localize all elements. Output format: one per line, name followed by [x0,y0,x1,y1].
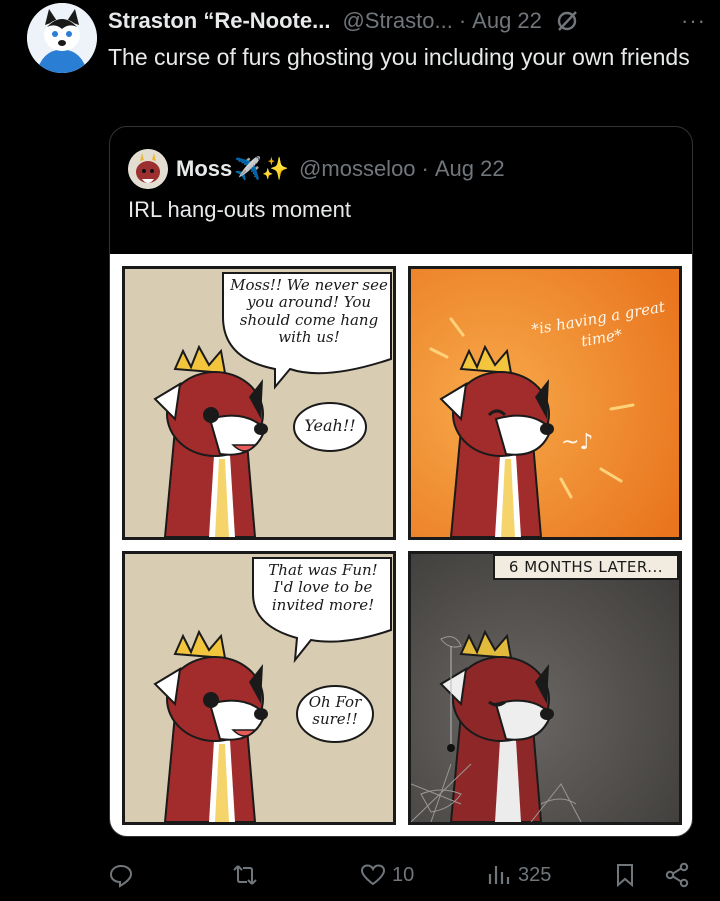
quote-author-emoji: ✈️✨ [234,156,290,181]
separator-dot: · [458,8,467,33]
share-button[interactable] [664,858,690,892]
quote-header: Moss ✈️✨ @mosseloo · Aug 22 [128,149,505,189]
quote-date[interactable]: Aug 22 [435,156,505,182]
more-options-icon[interactable]: ··· [681,8,706,34]
reply-button[interactable] [108,858,140,892]
reply-icon [109,864,133,888]
svg-text:~♪: ~♪ [561,430,593,455]
views-count: 325 [518,863,552,886]
tweet-date[interactable]: Aug 22 [472,8,542,34]
heart-icon [360,864,386,886]
views-button[interactable]: 325 [486,858,551,892]
comic-panel-1: Moss!! We never see you around! You shou… [122,266,396,540]
panel1-speech-1: Moss!! We never see you around! You shou… [230,276,388,346]
action-bar: 10 325 [108,858,698,892]
comic-panel-3: That was Fun! I'd love to be invited mor… [122,551,396,825]
tweet-text: The curse of furs ghosting you including… [108,44,690,70]
comic-panel-4: 6 MONTHS LATER... [408,551,682,825]
like-count: 10 [392,863,415,886]
quote-text: IRL hang-outs moment [128,197,351,222]
quote-author-avatar[interactable] [128,149,168,189]
author-name[interactable]: Straston “Re-Noote... [108,8,330,34]
views-icon [488,866,510,884]
quoted-tweet[interactable]: Moss ✈️✨ @mosseloo · Aug 22 IRL hang-out… [109,126,693,837]
bookmark-button[interactable] [612,858,638,892]
retweet-icon [233,865,257,885]
quote-author-handle[interactable]: @mosseloo [299,156,416,182]
retweet-button[interactable] [232,858,264,892]
panel1-speech-2: Yeah!! [304,416,356,435]
share-icon [665,862,689,888]
quote-separator-dot: · [421,156,429,181]
panel3-speech-2: Oh For sure!! [308,693,362,729]
comic-image[interactable]: Moss!! We never see you around! You shou… [110,254,692,836]
author-handle[interactable]: @Strasto... [342,8,452,34]
quote-author-name[interactable]: Moss [176,156,232,182]
panel4-caption: 6 MONTHS LATER... [493,554,679,580]
author-avatar[interactable] [27,3,97,73]
grok-icon[interactable] [554,8,580,34]
panel3-speech-1: That was Fun! I'd love to be invited mor… [268,561,378,614]
bookmark-icon [617,864,633,888]
like-button[interactable]: 10 [360,858,414,892]
tweet-header: Straston “Re-Noote... @Strasto... · Aug … [108,6,706,36]
comic-panel-2: ~♪ *is having a great time* [408,266,682,540]
